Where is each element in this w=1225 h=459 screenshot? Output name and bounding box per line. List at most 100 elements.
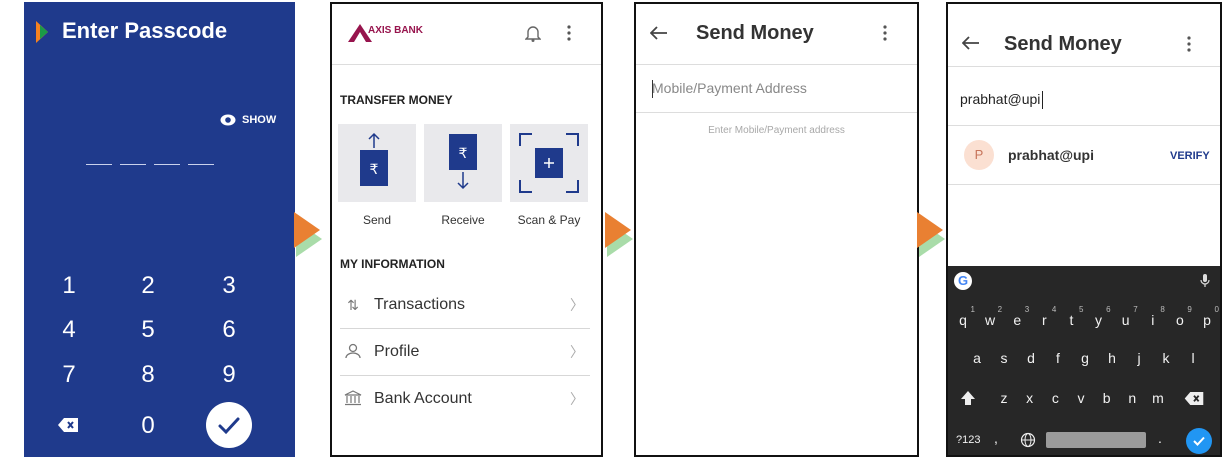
key-k[interactable]: k xyxy=(1154,350,1178,366)
svg-text:₹: ₹ xyxy=(459,146,468,162)
suggestion-name: prabhat@upi xyxy=(1008,147,1094,163)
key-6[interactable]: 6 xyxy=(209,316,249,344)
key-h[interactable]: h xyxy=(1100,350,1124,366)
key-5[interactable]: 5 xyxy=(128,316,168,344)
period-key[interactable]: . xyxy=(1158,430,1162,446)
my-information-heading: MY INFORMATION xyxy=(340,257,445,271)
next-step-arrow-icon xyxy=(605,212,631,248)
back-arrow-icon[interactable] xyxy=(962,36,980,50)
payment-address-input[interactable]: Mobile/Payment Address xyxy=(652,80,807,96)
key-n[interactable]: n xyxy=(1120,390,1144,406)
show-label: SHOW xyxy=(242,114,277,126)
receive-rupee-icon: ₹ xyxy=(449,134,477,190)
globe-icon[interactable] xyxy=(1020,432,1036,448)
passcode-digit-slot xyxy=(120,164,146,165)
bank-icon xyxy=(340,389,366,409)
key-i[interactable]: i8 xyxy=(1141,305,1165,328)
key-m[interactable]: m xyxy=(1146,390,1170,406)
comma-key[interactable]: , xyxy=(994,430,998,446)
next-step-arrow-icon xyxy=(917,212,943,248)
avatar: P xyxy=(964,140,994,170)
back-arrow-icon[interactable] xyxy=(650,26,668,40)
key-0[interactable]: 0 xyxy=(128,412,168,440)
receive-tile[interactable]: ₹ xyxy=(424,124,502,202)
input-underline xyxy=(636,112,917,113)
scan-qr-icon xyxy=(519,133,579,193)
bell-icon[interactable] xyxy=(525,24,541,42)
send-label: Send xyxy=(362,213,392,227)
key-l[interactable]: l xyxy=(1181,350,1205,366)
key-c[interactable]: c xyxy=(1043,390,1067,406)
key-1[interactable]: 1 xyxy=(49,272,89,300)
microphone-icon[interactable] xyxy=(1200,274,1210,288)
key-j[interactable]: j xyxy=(1127,350,1151,366)
symbols-key[interactable]: ?123 xyxy=(956,434,980,446)
payment-address-input[interactable]: prabhat@upi xyxy=(960,91,1040,107)
profile-row[interactable]: Profile 〉 xyxy=(340,329,590,376)
key-7[interactable]: 7 xyxy=(49,361,89,389)
app-bar: Send Money xyxy=(948,4,1220,67)
verify-button[interactable]: VERIFY xyxy=(1170,150,1210,162)
key-r[interactable]: r4 xyxy=(1032,305,1056,328)
key-g[interactable]: g xyxy=(1073,350,1097,366)
bhim-logo-icon xyxy=(36,21,48,43)
suggestion-row[interactable]: P prabhat@upi VERIFY xyxy=(948,128,1220,185)
key-u[interactable]: u7 xyxy=(1114,305,1138,328)
page-title: Send Money xyxy=(1004,33,1122,55)
key-p[interactable]: p0 xyxy=(1195,305,1219,328)
chevron-right-icon: 〉 xyxy=(570,344,584,360)
chevron-right-icon: 〉 xyxy=(570,297,584,313)
key-w[interactable]: w2 xyxy=(978,305,1002,328)
key-q[interactable]: q1 xyxy=(951,305,975,328)
key-t[interactable]: t5 xyxy=(1059,305,1083,328)
transfer-money-heading: TRANSFER MONEY xyxy=(340,93,453,107)
key-8[interactable]: 8 xyxy=(128,361,168,389)
key-b[interactable]: b xyxy=(1095,390,1119,406)
key-y[interactable]: y6 xyxy=(1087,305,1111,328)
scan-pay-tile[interactable] xyxy=(510,124,588,202)
arrows-updown-icon: ⇅ xyxy=(347,296,359,313)
key-number-hint: 8 xyxy=(1160,305,1165,314)
submit-passcode-button[interactable] xyxy=(206,402,252,448)
key-4[interactable]: 4 xyxy=(49,316,89,344)
key-o[interactable]: o9 xyxy=(1168,305,1192,328)
google-g-icon[interactable]: G xyxy=(954,272,972,290)
row-label: Profile xyxy=(374,343,420,360)
key-9[interactable]: 9 xyxy=(209,361,249,389)
key-3[interactable]: 3 xyxy=(209,272,249,300)
backspace-icon[interactable] xyxy=(1184,392,1204,405)
key-x[interactable]: x xyxy=(1018,390,1042,406)
keyboard-row-3: zxcvbnm xyxy=(992,390,1170,406)
brand-name: AXIS BANK xyxy=(368,25,424,36)
input-underline xyxy=(948,125,1220,126)
submit-key[interactable] xyxy=(1186,428,1212,454)
space-bar[interactable] xyxy=(1046,432,1146,448)
key-number-hint: 4 xyxy=(1051,305,1057,314)
passcode-screen: Enter Passcode SHOW 1 2 3 4 5 6 7 8 9 0 xyxy=(24,2,295,457)
transactions-row[interactable]: ⇅ Transactions 〉 xyxy=(340,282,590,329)
receive-label: Receive xyxy=(441,213,485,227)
chevron-right-icon: 〉 xyxy=(570,391,584,407)
key-v[interactable]: v xyxy=(1069,390,1093,406)
backspace-icon[interactable] xyxy=(58,418,78,432)
bank-account-row[interactable]: Bank Account 〉 xyxy=(340,376,590,422)
shift-icon[interactable] xyxy=(960,390,976,406)
key-e[interactable]: e3 xyxy=(1005,305,1029,328)
passcode-digit-slot xyxy=(188,164,214,165)
more-options-icon[interactable] xyxy=(1186,35,1192,53)
key-z[interactable]: z xyxy=(992,390,1016,406)
app-bar: Send Money xyxy=(636,4,917,65)
check-icon xyxy=(1193,436,1205,446)
key-f[interactable]: f xyxy=(1046,350,1070,366)
key-a[interactable]: a xyxy=(965,350,989,366)
key-number-hint: 3 xyxy=(1024,305,1030,314)
send-tile[interactable]: ₹ xyxy=(338,124,416,202)
page-title: Enter Passcode xyxy=(62,18,228,43)
key-d[interactable]: d xyxy=(1019,350,1043,366)
more-options-icon[interactable] xyxy=(882,24,888,42)
show-passcode-toggle[interactable]: SHOW xyxy=(220,114,276,126)
more-options-icon[interactable] xyxy=(566,24,572,42)
person-icon xyxy=(340,343,366,362)
key-2[interactable]: 2 xyxy=(128,272,168,300)
key-s[interactable]: s xyxy=(992,350,1016,366)
